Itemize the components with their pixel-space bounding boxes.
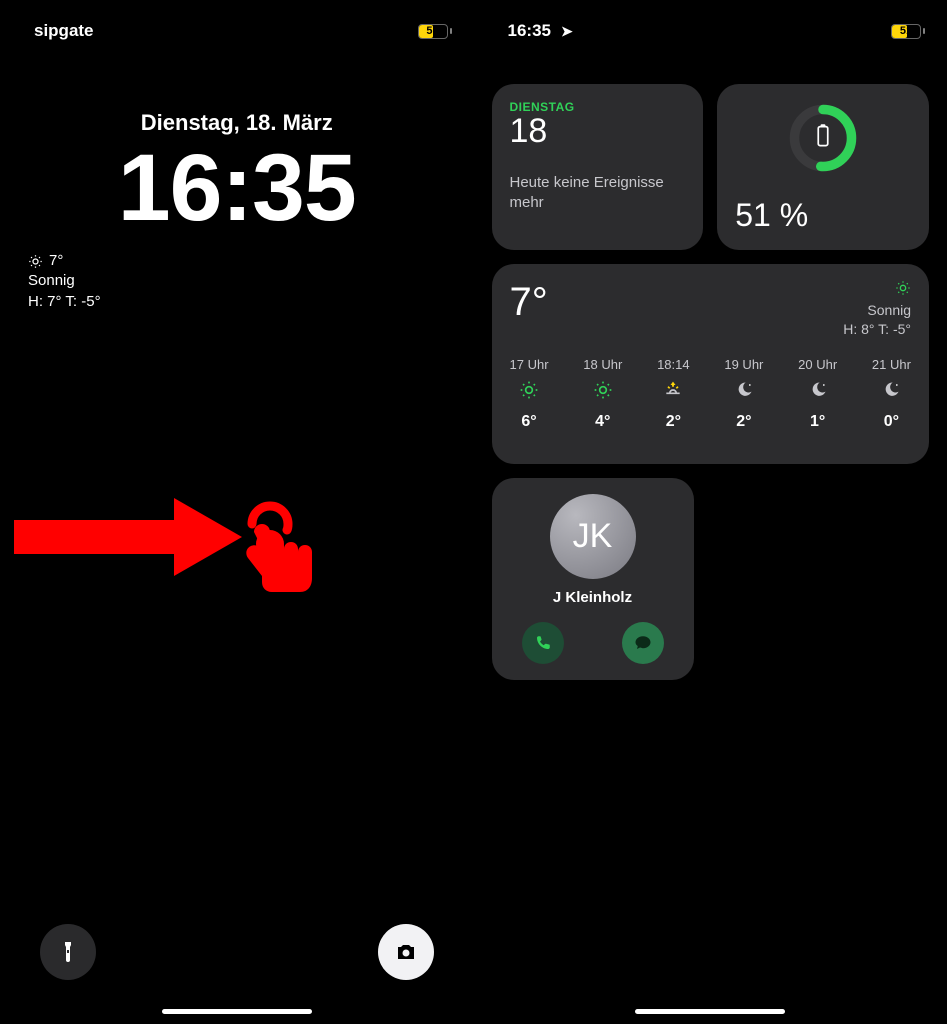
forecast-time: 19 Uhr (724, 357, 763, 372)
weather-temp: 7° (510, 280, 548, 325)
battery-ring (785, 100, 861, 176)
forecast-time: 18 Uhr (583, 357, 622, 372)
message-button[interactable] (622, 622, 664, 664)
forecast-hour: 18:14 2° (657, 357, 690, 431)
forecast-temp: 2° (666, 413, 681, 431)
moon-icon (881, 380, 901, 405)
home-indicator[interactable] (635, 1009, 785, 1014)
message-icon (634, 634, 652, 652)
camera-icon (394, 940, 418, 964)
forecast-time: 17 Uhr (510, 357, 549, 372)
battery-indicator: 51 (418, 24, 452, 39)
location-icon: ➤ (561, 23, 573, 40)
sunset-icon (663, 380, 683, 405)
sun-icon (593, 380, 613, 405)
forecast-temp: 4° (595, 413, 610, 431)
flashlight-button[interactable] (40, 924, 96, 980)
forecast-time: 21 Uhr (872, 357, 911, 372)
contact-avatar: JK (550, 494, 636, 579)
weather-condition: Sonnig (28, 271, 474, 291)
status-bar: 16:35 ➤ 51 (474, 0, 947, 50)
calendar-day: 18 (510, 112, 686, 151)
weather-widget[interactable]: 7° Sonnig H: 8° T: -5° 17 Uhr6°18 Uhr4°1… (492, 264, 930, 464)
home-indicator[interactable] (162, 1009, 312, 1014)
lock-weather-widget[interactable]: 7° Sonnig H: 7° T: -5° (28, 251, 474, 312)
today-view[interactable]: 16:35 ➤ 51 DIENSTAG 18 Heute keine Ereig… (474, 0, 947, 1024)
weather-hilo: H: 8° T: -5° (843, 320, 911, 339)
forecast-temp: 6° (521, 413, 536, 431)
forecast-time: 20 Uhr (798, 357, 837, 372)
lock-time: 16:35 (0, 134, 474, 243)
moon-icon (808, 380, 828, 405)
battery-widget[interactable]: 51 % (717, 84, 929, 250)
status-bar: sipgate 51 (0, 0, 474, 50)
call-button[interactable] (522, 622, 564, 664)
lock-screen[interactable]: sipgate 51 Dienstag, 18. März 16:35 7° S… (0, 0, 474, 1024)
contact-name: J Kleinholz (553, 589, 632, 606)
contact-widget[interactable]: JK J Kleinholz (492, 478, 694, 680)
forecast-hour: 17 Uhr 6° (510, 357, 549, 431)
moon-icon (734, 380, 754, 405)
battery-indicator: 51 (891, 24, 925, 39)
phone-icon (534, 634, 552, 652)
forecast-hour: 20 Uhr 1° (798, 357, 837, 431)
battery-percent: 51 % (735, 197, 911, 234)
annotation-overlay (14, 480, 314, 645)
calendar-widget[interactable]: DIENSTAG 18 Heute keine Ereignisse mehr (492, 84, 704, 250)
forecast-temp: 1° (810, 413, 825, 431)
forecast-time: 18:14 (657, 357, 690, 372)
weather-condition: Sonnig (843, 301, 911, 320)
sun-icon (519, 380, 539, 405)
forecast-temp: 2° (736, 413, 751, 431)
sun-icon (895, 280, 911, 296)
hourly-forecast: 17 Uhr6°18 Uhr4°18:142°19 Uhr2°20 Uhr1°2… (510, 357, 912, 431)
lock-date: Dienstag, 18. März (0, 110, 474, 136)
weather-hilo: H: 7° T: -5° (28, 292, 474, 312)
forecast-hour: 21 Uhr 0° (872, 357, 911, 431)
forecast-hour: 18 Uhr 4° (583, 357, 622, 431)
camera-button[interactable] (378, 924, 434, 980)
forecast-temp: 0° (884, 413, 899, 431)
flashlight-icon (56, 940, 80, 964)
calendar-events: Heute keine Ereignisse mehr (510, 173, 686, 212)
forecast-hour: 19 Uhr 2° (724, 357, 763, 431)
sun-icon (28, 254, 43, 269)
carrier-label: sipgate (34, 21, 94, 41)
status-time: 16:35 (508, 21, 551, 41)
weather-temp: 7° (49, 251, 63, 271)
